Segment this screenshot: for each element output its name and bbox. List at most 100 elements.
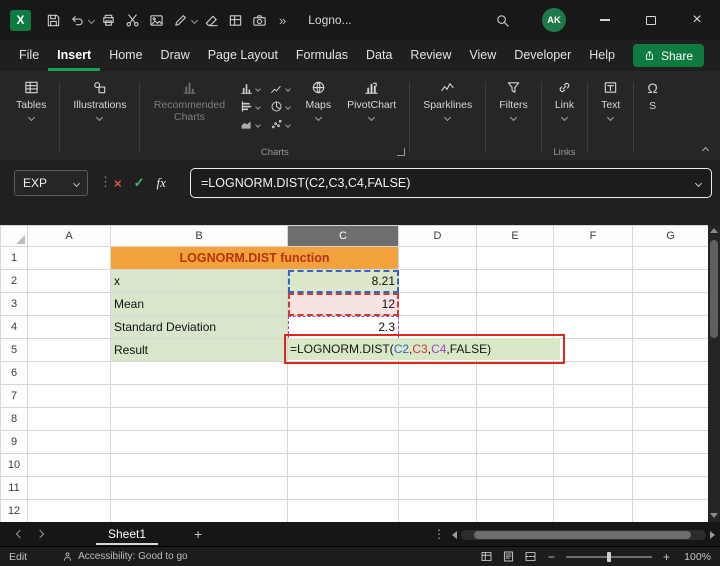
cell[interactable] [110, 453, 288, 477]
search-icon[interactable] [479, 13, 526, 28]
cell[interactable] [632, 476, 709, 500]
cell-e4[interactable] [476, 315, 554, 339]
cell[interactable] [476, 407, 554, 431]
scroll-right-icon[interactable] [710, 530, 715, 539]
picture-icon[interactable] [144, 7, 168, 33]
cell[interactable] [632, 499, 709, 523]
cell-b3[interactable]: Mean [110, 292, 288, 316]
tab-formulas[interactable]: Formulas [287, 40, 357, 71]
formula-input[interactable]: =LOGNORM.DIST(C2,C3,C4,FALSE) [190, 168, 712, 198]
column-header-g[interactable]: G [632, 225, 709, 247]
row-header-12[interactable]: 12 [0, 499, 28, 523]
cell[interactable] [476, 453, 554, 477]
tab-help[interactable]: Help [580, 40, 624, 71]
cell[interactable] [110, 476, 288, 500]
cell[interactable] [553, 384, 633, 408]
cell-d1[interactable] [398, 246, 477, 270]
scroll-left-icon[interactable] [452, 530, 457, 539]
collapse-ribbon-icon[interactable] [701, 146, 710, 155]
cell[interactable] [476, 499, 554, 523]
row-header-10[interactable]: 10 [0, 453, 28, 477]
cell-e1[interactable] [476, 246, 554, 270]
tables-button[interactable]: Tables [9, 74, 53, 122]
sparklines-button[interactable]: Sparklines [416, 74, 479, 122]
close-button[interactable]: × [674, 0, 720, 40]
cell[interactable] [398, 453, 477, 477]
column-header-f[interactable]: F [553, 225, 633, 247]
vertical-scroll-thumb[interactable] [710, 240, 718, 338]
cell[interactable] [287, 430, 399, 454]
cell-f1[interactable] [553, 246, 633, 270]
cell[interactable] [27, 430, 111, 454]
undo-button[interactable] [65, 7, 96, 33]
cancel-entry-icon[interactable]: × [114, 176, 122, 191]
cell[interactable] [287, 407, 399, 431]
accessibility-status[interactable]: Accessibility: Good to go [62, 551, 188, 562]
tab-page-layout[interactable]: Page Layout [199, 40, 287, 71]
camera-icon[interactable] [247, 7, 271, 33]
cell[interactable] [398, 384, 477, 408]
row-header-11[interactable]: 11 [0, 476, 28, 500]
cell-a3[interactable] [27, 292, 111, 316]
cell[interactable] [110, 499, 288, 523]
row-header-1[interactable]: 1 [0, 246, 28, 270]
insert-pie-chart-button[interactable] [270, 100, 292, 113]
horizontal-scroll-thumb[interactable] [474, 530, 691, 539]
cell-c2[interactable]: 8.21 [287, 269, 399, 293]
cell-b2[interactable]: x [110, 269, 288, 293]
insert-function-icon[interactable]: fx [157, 175, 166, 191]
zoom-slider-thumb[interactable] [606, 551, 611, 562]
scroll-up-icon[interactable] [710, 228, 718, 233]
cell[interactable] [27, 476, 111, 500]
cell-g2[interactable] [632, 269, 709, 293]
sheet-options-icon[interactable]: ⋮ [433, 527, 445, 541]
column-header-b[interactable]: B [110, 225, 288, 247]
cell[interactable] [287, 361, 399, 385]
save-icon[interactable] [41, 7, 65, 33]
row-header-8[interactable]: 8 [0, 407, 28, 431]
tab-draw[interactable]: Draw [152, 40, 199, 71]
cell-a5[interactable] [27, 338, 111, 362]
insert-line-chart-button[interactable] [270, 82, 292, 95]
cell[interactable] [287, 476, 399, 500]
row-header-6[interactable]: 6 [0, 361, 28, 385]
column-header-d[interactable]: D [398, 225, 477, 247]
cell[interactable] [553, 407, 633, 431]
cell[interactable] [287, 453, 399, 477]
cell[interactable] [27, 407, 111, 431]
confirm-entry-icon[interactable]: ✓ [134, 175, 145, 191]
more-commands-icon[interactable]: » [271, 13, 294, 28]
cell[interactable] [27, 361, 111, 385]
cell[interactable] [476, 384, 554, 408]
tab-home[interactable]: Home [100, 40, 151, 71]
cell[interactable] [27, 453, 111, 477]
recommended-charts-button[interactable]: Recommended Charts [146, 74, 232, 125]
cell-f5[interactable] [553, 338, 633, 362]
cell[interactable] [398, 476, 477, 500]
add-sheet-button[interactable]: + [188, 526, 208, 542]
cell-a1[interactable] [27, 246, 111, 270]
avatar[interactable]: AK [542, 8, 566, 32]
cell-g4[interactable] [632, 315, 709, 339]
row-header-9[interactable]: 9 [0, 430, 28, 454]
active-cell-editor[interactable]: =LOGNORM.DIST( C2 , C3 , C4 ,FALSE) [288, 338, 560, 360]
cell-e3[interactable] [476, 292, 554, 316]
zoom-slider[interactable] [565, 551, 652, 562]
cell-c3[interactable]: 12 [287, 292, 399, 316]
tab-insert[interactable]: Insert [48, 40, 100, 71]
symbols-button[interactable]: Ω S [640, 74, 664, 114]
maximize-button[interactable] [628, 0, 674, 40]
eraser-icon[interactable] [199, 7, 223, 33]
print-icon[interactable] [96, 7, 120, 33]
cut-icon[interactable] [120, 7, 144, 33]
tab-developer[interactable]: Developer [505, 40, 580, 71]
text-button[interactable]: Text [594, 74, 627, 122]
cell-g1[interactable] [632, 246, 709, 270]
cell[interactable] [27, 384, 111, 408]
cell[interactable] [632, 407, 709, 431]
cell[interactable] [553, 453, 633, 477]
cell[interactable] [398, 361, 477, 385]
cell[interactable] [553, 499, 633, 523]
cell[interactable] [398, 407, 477, 431]
filters-button[interactable]: Filters [492, 74, 535, 122]
